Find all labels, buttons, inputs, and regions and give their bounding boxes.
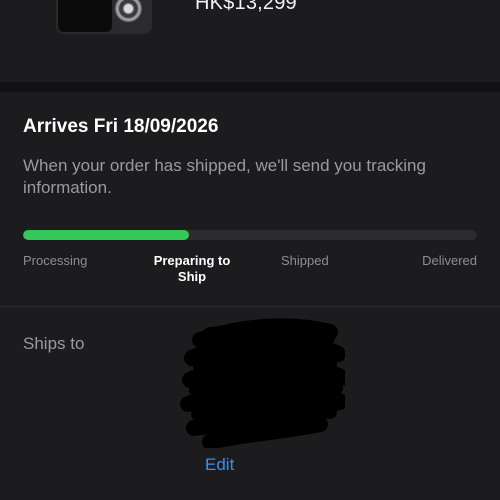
step-processing: Processing (23, 253, 88, 268)
edit-address-link[interactable]: Edit (205, 455, 234, 475)
delivery-status-section: Arrives Fri 18/09/2026 When your order h… (0, 92, 500, 307)
product-image-back (114, 0, 150, 32)
order-progress-bar (23, 230, 477, 240)
product-card[interactable]: HK$13,299 (0, 0, 500, 82)
step-delivered: Delivered (422, 253, 477, 268)
step-preparing-to-ship: Preparing to Ship (153, 253, 231, 284)
redacted-address-scribble (180, 318, 345, 448)
order-progress-fill (23, 230, 189, 240)
order-details-page: HK$13,299 Arrives Fri 18/09/2026 When yo… (0, 0, 500, 500)
product-thumbnail (56, 0, 152, 34)
step-shipped: Shipped (281, 253, 329, 268)
shipping-info-text: When your order has shipped, we'll send … (23, 156, 426, 197)
arrival-date-title: Arrives Fri 18/09/2026 (23, 116, 219, 137)
product-price: HK$13,299 (195, 0, 297, 14)
section-divider (0, 82, 500, 92)
ships-to-label: Ships to (23, 334, 85, 353)
divider-line (0, 306, 500, 307)
product-image-front (58, 0, 112, 32)
